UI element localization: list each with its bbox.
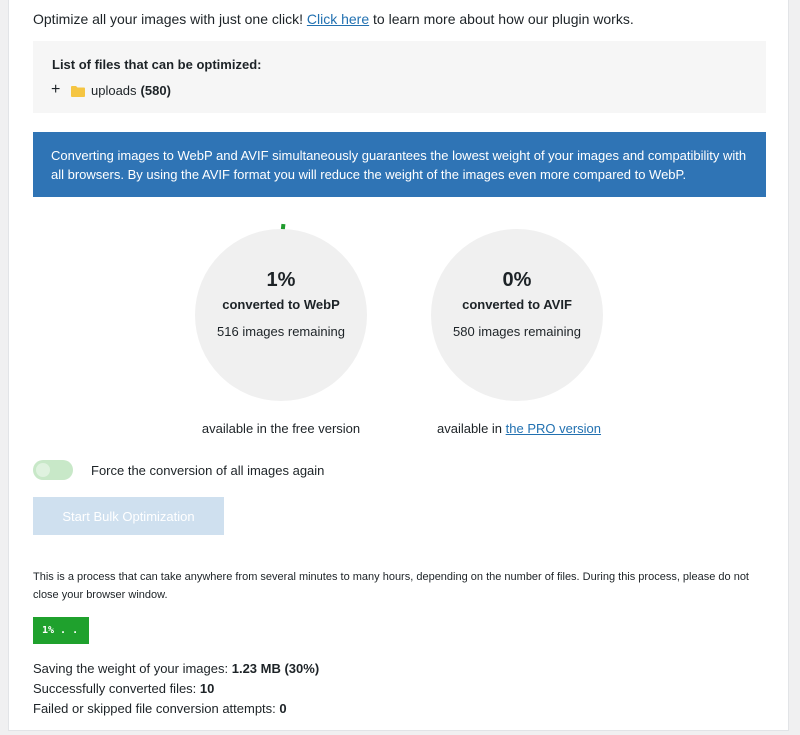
webp-label: converted to WebP — [222, 297, 340, 312]
free-version-note: available in the free version — [201, 421, 361, 436]
converted-stat: Successfully converted files: 10 — [33, 681, 214, 696]
avif-percent: 0% — [502, 269, 532, 291]
start-bulk-optimization-button[interactable]: Start Bulk Optimization — [33, 497, 224, 535]
saving-value: 1.23 MB (30%) — [231, 661, 320, 676]
avif-remaining: 580 images remaining — [453, 324, 581, 339]
converted-label: Successfully converted files: — [33, 681, 200, 696]
files-list-box: List of files that can be optimized: + u… — [33, 41, 766, 113]
info-banner: Converting images to WebP and AVIF simul… — [33, 132, 766, 197]
webp-gauge: 1% converted to WebP 516 images remainin… — [195, 229, 367, 401]
converted-value: 10 — [199, 681, 215, 696]
process-note: This is a process that can take anywhere… — [33, 571, 749, 601]
expand-plus-icon[interactable]: + — [51, 82, 67, 98]
folder-name: uploads — [91, 82, 137, 98]
intro-text: Optimize all your images with just one c… — [33, 10, 634, 28]
folder-count: (580) — [140, 82, 171, 98]
pro-prefix: available in — [436, 421, 506, 436]
saving-label: Saving the weight of your images: — [33, 661, 232, 676]
avif-gauge: 0% converted to AVIF 580 images remainin… — [431, 229, 603, 401]
intro-text-after: to learn more about how our plugin works… — [369, 11, 634, 27]
intro-text-before: Optimize all your images with just one c… — [33, 11, 307, 27]
pro-version-note: available in the PRO version — [399, 421, 639, 436]
saving-stat: Saving the weight of your images: 1.23 M… — [33, 661, 319, 676]
converter-panel: Optimize all your images with just one c… — [8, 0, 789, 731]
pro-version-link[interactable]: the PRO version — [506, 421, 601, 436]
learn-more-link[interactable]: Click here — [307, 11, 369, 27]
failed-stat: Failed or skipped file conversion attemp… — [33, 701, 287, 716]
force-conversion-label: Force the conversion of all images again — [91, 462, 325, 478]
progress-indicator: 1% . . — [33, 617, 89, 644]
toggle-knob — [36, 463, 50, 477]
folder-row-uploads[interactable]: + uploads (580) — [51, 82, 171, 98]
webp-remaining: 516 images remaining — [217, 324, 345, 339]
avif-label: converted to AVIF — [462, 297, 572, 312]
force-conversion-row: Force the conversion of all images again — [33, 460, 324, 480]
failed-label: Failed or skipped file conversion attemp… — [33, 701, 280, 716]
webp-percent: 1% — [266, 269, 296, 291]
failed-value: 0 — [279, 701, 287, 716]
folder-icon — [71, 85, 85, 97]
files-list-title: List of files that can be optimized: — [52, 57, 262, 72]
force-conversion-toggle[interactable] — [33, 460, 73, 480]
